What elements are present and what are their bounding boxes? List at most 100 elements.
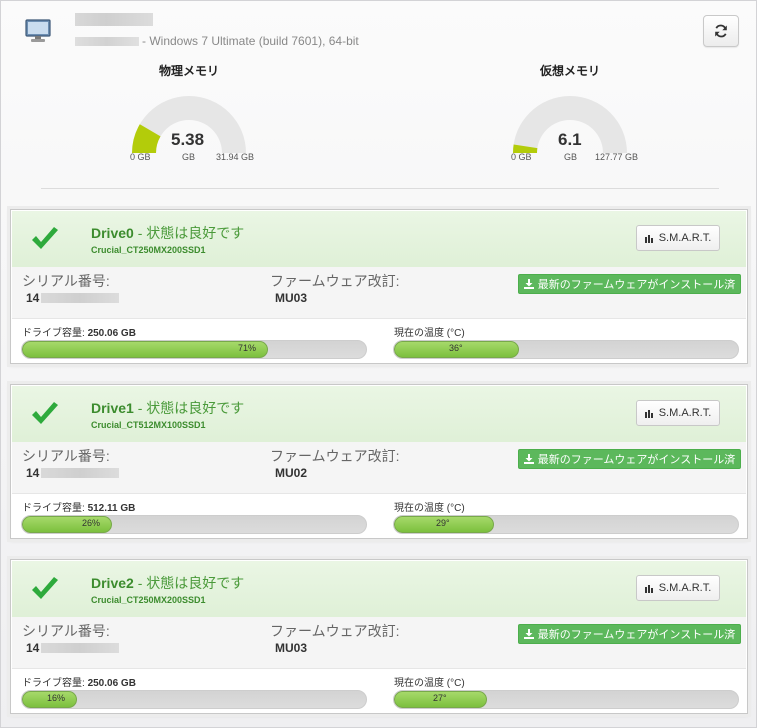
drive-status: - 状態は良好です	[137, 400, 245, 416]
bar-chart-icon	[644, 234, 653, 243]
header-divider	[41, 188, 719, 189]
drive-name: Drive2	[91, 575, 134, 591]
capacity-label: ドライブ容量: 250.06 GB	[22, 324, 136, 339]
drive-info: シリアル番号: 14 ファームウェア改訂: MU03 最新のファームウェアがイン…	[12, 617, 746, 668]
temperature-progress-bar: 27°	[393, 690, 739, 709]
smart-button[interactable]: S.M.A.R.T.	[636, 225, 720, 251]
firmware-label: ファームウェア改訂:	[270, 623, 400, 639]
smart-button[interactable]: S.M.A.R.T.	[636, 400, 720, 426]
capacity-label-text: ドライブ容量:	[22, 328, 85, 339]
download-icon	[523, 454, 534, 464]
firmware-value: MU03	[275, 291, 308, 305]
smart-label: S.M.A.R.T.	[658, 407, 712, 419]
temperature-progress-bar: 36°	[393, 340, 739, 359]
gauge-max: 127.77 GB	[595, 152, 639, 162]
capacity-label-text: ドライブ容量:	[22, 678, 85, 689]
gauge-title: 物理メモリ	[158, 64, 219, 78]
drive-title: Drive0 - 状態は良好です	[91, 223, 244, 243]
os-info: - Windows 7 Ultimate (build 7601), 64-bi…	[75, 34, 359, 48]
gauge-max: 31.94 GB	[216, 152, 255, 162]
app-window: - Windows 7 Ultimate (build 7601), 64-bi…	[0, 0, 757, 728]
temperature-label: 現在の温度 (°C)	[394, 328, 465, 339]
gauge-min: 0 GB	[511, 152, 532, 162]
physical-memory-gauge: 物理メモリ 5.38 GB 0 GB 31.94 GB	[89, 59, 289, 169]
drive-model: Crucial_CT250MX200SSD1	[91, 245, 206, 255]
download-icon	[523, 629, 534, 639]
refresh-button[interactable]	[703, 15, 739, 47]
serial-prefix: 14	[26, 466, 40, 480]
capacity-value: 512.11 GB	[87, 503, 136, 514]
serial-value: 14	[26, 466, 120, 480]
check-icon	[32, 227, 58, 249]
serial-value: 14	[26, 291, 120, 305]
virtual-memory-gauge: 仮想メモリ 6.1 GB 0 GB 127.77 GB	[470, 59, 670, 169]
gauge-unit: GB	[564, 152, 578, 162]
firmware-status-button[interactable]: 最新のファームウェアがインストール済	[518, 624, 741, 644]
capacity-value: 250.06 GB	[87, 678, 136, 689]
firmware-label: ファームウェア改訂:	[270, 273, 400, 289]
drive-status: - 状態は良好です	[137, 575, 245, 591]
capacity-label: ドライブ容量: 250.06 GB	[22, 674, 136, 689]
drive-model: Crucial_CT512MX100SSD1	[91, 420, 206, 430]
hostname-redacted	[75, 13, 153, 26]
capacity-label-text: ドライブ容量:	[22, 503, 85, 514]
serial-redacted	[41, 293, 120, 303]
smart-button[interactable]: S.M.A.R.T.	[636, 575, 720, 601]
capacity-progress-bar: 16%	[21, 690, 367, 709]
refresh-icon	[715, 24, 727, 38]
firmware-value: MU03	[275, 641, 308, 655]
serial-label: シリアル番号:	[22, 448, 110, 464]
drive-header: Drive2 - 状態は良好です Crucial_CT250MX200SSD1 …	[12, 561, 746, 617]
drive-status: - 状態は良好です	[137, 225, 245, 241]
serial-redacted	[41, 468, 120, 478]
firmware-label: ファームウェア改訂:	[270, 448, 400, 464]
temperature-value: 36°	[449, 343, 463, 353]
firmware-status-button[interactable]: 最新のファームウェアがインストール済	[518, 274, 741, 294]
gauge-value: 5.38	[171, 130, 205, 149]
drive-card-0: Drive0 - 状態は良好です Crucial_CT250MX200SSD1 …	[10, 209, 748, 364]
computer-icon	[25, 19, 51, 42]
serial-value: 14	[26, 641, 120, 655]
capacity-value: 250.06 GB	[87, 328, 136, 339]
temperature-progress-bar: 29°	[393, 515, 739, 534]
capacity-percent: 26%	[82, 518, 101, 528]
download-icon	[523, 279, 534, 289]
bar-chart-icon	[644, 409, 653, 418]
os-text: - Windows 7 Ultimate (build 7601), 64-bi…	[142, 34, 359, 48]
serial-prefix: 14	[26, 641, 40, 655]
system-header: - Windows 7 Ultimate (build 7601), 64-bi…	[1, 1, 757, 191]
drive-info: シリアル番号: 14 ファームウェア改訂: MU03 最新のファームウェアがイン…	[12, 267, 746, 318]
drive-card-1: Drive1 - 状態は良好です Crucial_CT512MX100SSD1 …	[10, 384, 748, 539]
user-redacted	[75, 37, 139, 47]
firmware-value: MU02	[275, 466, 308, 480]
drive-metrics: ドライブ容量: 512.11 GB 26% 現在の温度 (°C) 29°	[12, 493, 746, 538]
gauge-value: 6.1	[558, 130, 582, 149]
firmware-status-button[interactable]: 最新のファームウェアがインストール済	[518, 449, 741, 469]
firmware-status-label: 最新のファームウェアがインストール済	[537, 279, 736, 291]
drive-title: Drive1 - 状態は良好です	[91, 398, 244, 418]
temperature-value: 27°	[433, 693, 447, 703]
firmware-status-label: 最新のファームウェアがインストール済	[537, 454, 736, 466]
drive-header: Drive1 - 状態は良好です Crucial_CT512MX100SSD1 …	[12, 386, 746, 442]
gauge-min: 0 GB	[130, 152, 151, 162]
drive-info: シリアル番号: 14 ファームウェア改訂: MU02 最新のファームウェアがイン…	[12, 442, 746, 493]
serial-prefix: 14	[26, 291, 40, 305]
drive-metrics: ドライブ容量: 250.06 GB 71% 現在の温度 (°C) 36°	[12, 318, 746, 363]
drive-header: Drive0 - 状態は良好です Crucial_CT250MX200SSD1 …	[12, 211, 746, 267]
capacity-percent: 16%	[47, 693, 66, 703]
capacity-percent: 71%	[238, 343, 257, 353]
drive-name: Drive0	[91, 225, 134, 241]
temperature-label: 現在の温度 (°C)	[394, 503, 465, 514]
serial-redacted	[41, 643, 120, 653]
firmware-status-label: 最新のファームウェアがインストール済	[537, 629, 736, 641]
gauge-title: 仮想メモリ	[539, 64, 600, 78]
gauge-unit: GB	[182, 152, 196, 162]
drive-title: Drive2 - 状態は良好です	[91, 573, 244, 593]
serial-label: シリアル番号:	[22, 273, 110, 289]
drive-card-2: Drive2 - 状態は良好です Crucial_CT250MX200SSD1 …	[10, 559, 748, 714]
temperature-value: 29°	[436, 518, 450, 528]
smart-label: S.M.A.R.T.	[658, 232, 712, 244]
capacity-progress-bar: 26%	[21, 515, 367, 534]
temperature-label: 現在の温度 (°C)	[394, 678, 465, 689]
serial-label: シリアル番号:	[22, 623, 110, 639]
